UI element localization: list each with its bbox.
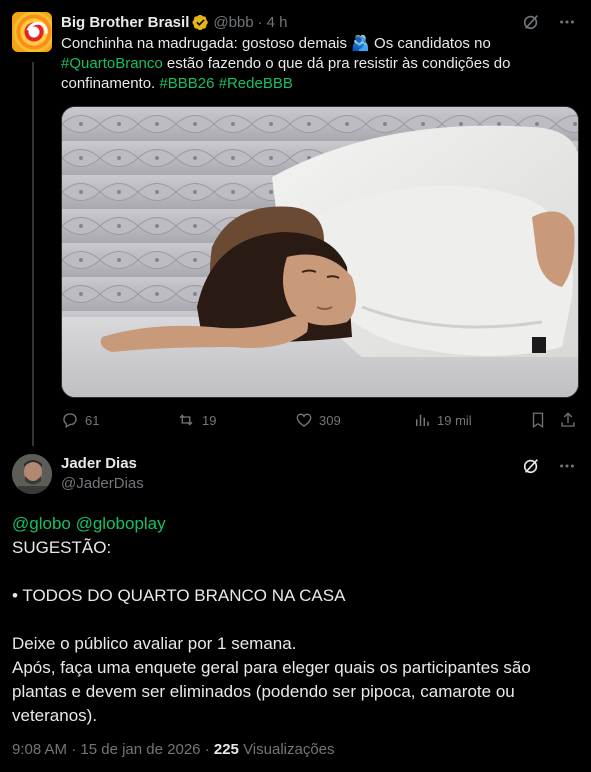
separator: · [204,741,210,758]
views-count: 19 mil [437,412,472,428]
mention-globoplay[interactable]: @globoplay [76,514,166,533]
reply-mentions-line: @globo @globoplay [12,512,578,536]
photo-sleeping-participants [62,107,578,397]
thread-line [32,62,34,446]
reply-blank-line [12,608,578,632]
reply-views-label: Visualizações [243,741,335,758]
hug-emoji-icon: 🫂 [351,35,370,52]
bookmark-button[interactable] [529,411,547,429]
like-count: 309 [319,412,341,428]
verified-badge-icon [192,14,209,30]
reply-time[interactable]: 9:08 AM [12,741,67,758]
views-icon [416,414,429,426]
reply-text: @globo @globoplay SUGESTÃO: • TODOS DO Q… [12,512,578,728]
separator: · [71,741,77,758]
reply-date[interactable]: 15 de jan de 2026 [80,741,200,758]
jader-avatar[interactable] [12,454,52,494]
share-button[interactable] [559,411,577,429]
hashtag-bbb26[interactable]: #BBB26 [159,75,214,92]
share-icon [561,412,575,427]
reply-metadata: 9:08 AM · 15 de jan de 2026 · 225 Visual… [12,741,335,758]
reply-top-actions [521,456,577,476]
hashtag-quartobranco[interactable]: #QuartoBranco [61,55,163,72]
mention-globo[interactable]: @globo [12,514,71,533]
reply-line: Deixe o público avaliar por 1 semana. [12,634,297,653]
repost-count: 19 [202,412,217,428]
bbb-logo-icon [22,17,52,47]
separator: · [257,13,263,31]
bbb-avatar[interactable] [12,12,52,52]
post-action-bar: 61 19 309 19 mil [61,409,579,431]
reply-icon [63,413,77,428]
original-post[interactable]: Big Brother Brasil @bbb · 4 h Conchinha … [0,0,591,446]
author-handle[interactable]: @bbb [213,14,253,31]
post-text-part: Os candidatos no [369,35,491,52]
reply-author-name[interactable]: Jader Dias [61,455,137,472]
post-text-part: Conchinha na madrugada: gostoso demais [61,35,352,52]
bookmark-icon [532,412,544,429]
heart-icon [296,413,312,427]
reply-line: • TODOS DO QUARTO BRANCO NA CASA [12,586,346,605]
views-button[interactable]: 19 mil [413,411,472,429]
reply-line: Após, faça uma enquete geral para eleger… [12,658,531,725]
more-icon[interactable] [557,12,577,32]
repost-button[interactable]: 19 [176,411,216,429]
reply-views-count: 225 [213,741,239,758]
reply-button[interactable]: 61 [61,411,99,429]
grok-icon[interactable] [521,456,541,476]
post-image[interactable] [61,106,579,398]
post-time[interactable]: 4 h [267,14,288,31]
hashtag-redebbb[interactable]: #RedeBBB [219,75,293,92]
post-top-actions [521,12,577,32]
more-icon[interactable] [557,456,577,476]
repost-icon [179,414,193,426]
jader-avatar-photo [12,454,52,494]
reply-blank-line [12,560,578,584]
grok-icon[interactable] [521,12,541,32]
reply-author-handle[interactable]: @JaderDias [61,475,144,492]
like-button[interactable]: 309 [295,411,341,429]
reply-line: SUGESTÃO: [12,538,112,557]
author-name[interactable]: Big Brother Brasil [61,14,189,31]
post-header: Big Brother Brasil @bbb · 4 h [61,12,287,32]
post-text: Conchinha na madrugada: gostoso demais 🫂… [61,34,561,94]
reply-count: 61 [85,412,100,428]
